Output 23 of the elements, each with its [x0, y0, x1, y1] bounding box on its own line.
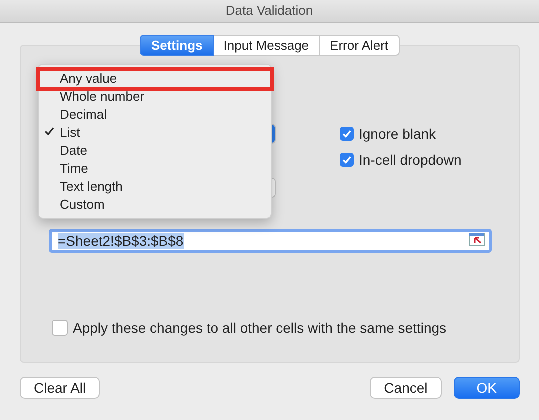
menu-item[interactable]: Decimal: [39, 106, 271, 124]
dialog-button[interactable]: Clear All: [20, 377, 100, 399]
tab[interactable]: Settings: [140, 35, 214, 56]
menu-item[interactable]: Time: [39, 160, 271, 178]
window-title: Data Validation: [226, 2, 314, 20]
menu-item[interactable]: List: [39, 124, 271, 142]
menu-item[interactable]: Custom: [39, 196, 271, 214]
menu-item[interactable]: Text length: [39, 178, 271, 196]
tab[interactable]: Error Alert: [320, 35, 400, 56]
source-field[interactable]: =Sheet2!$B$3:$B$8: [49, 229, 492, 253]
checkbox[interactable]: [52, 320, 68, 336]
ok-button[interactable]: OK: [454, 377, 520, 399]
menu-item[interactable]: Date: [39, 142, 271, 160]
checkbox[interactable]: [340, 127, 354, 141]
checkbox-label: Apply these changes to all other cells with the same settings: [73, 320, 447, 336]
range-picker-icon[interactable]: [469, 233, 485, 249]
menu-item[interactable]: Whole number: [39, 88, 271, 106]
checkbox-label: Ignore blank: [359, 126, 436, 142]
checkbox-label: In-cell dropdown: [359, 152, 462, 168]
tab[interactable]: Input Message: [214, 35, 320, 56]
dialog-button[interactable]: Cancel: [370, 377, 442, 399]
checkbox[interactable]: [340, 153, 354, 167]
menu-item[interactable]: Any value: [39, 70, 271, 88]
